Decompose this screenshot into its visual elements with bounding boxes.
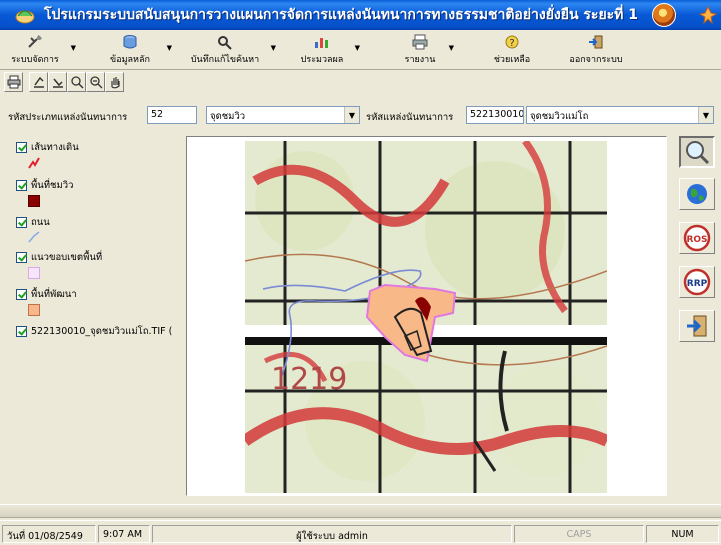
layer-checkbox[interactable]: [16, 180, 27, 191]
menu-help[interactable]: ? ช่วยเหลือ: [484, 30, 540, 70]
layer-item-viewpoint-area[interactable]: พื้นที่ชมวิว: [16, 180, 73, 191]
trail-symbol-icon: [28, 157, 40, 169]
chevron-down-icon: ▼: [354, 44, 360, 52]
zoom-in-icon: [70, 76, 84, 89]
tools-icon: [28, 35, 42, 48]
zoom-extent-icon: [686, 141, 710, 165]
title-bar: โปรแกรมระบบสนับสนุนการวางแผนการจัดการแหล…: [0, 0, 721, 30]
map-toolbar: [4, 72, 124, 94]
menu-logout[interactable]: ออกจากระบบ: [558, 30, 634, 70]
type-code-input[interactable]: 52: [147, 106, 197, 124]
exit-button[interactable]: [679, 310, 715, 342]
menu-process[interactable]: ประมวลผล ▼: [290, 30, 360, 70]
layer-add-icon: [33, 76, 44, 88]
ros-icon: ROS: [683, 224, 711, 252]
org-logo-icon: [652, 3, 677, 27]
type-name-select[interactable]: จุดชมวิว ▼: [206, 106, 360, 124]
hand-icon: [110, 77, 120, 89]
rrp-icon: RRP: [683, 268, 711, 296]
type-code-label: รหัสประเภทแหล่งนันทนาการ: [8, 112, 128, 123]
layer-item-road[interactable]: ถนน: [16, 217, 50, 228]
edit-search-icon: [218, 36, 232, 50]
globe-button[interactable]: [679, 178, 715, 210]
boundary-symbol-icon: [28, 267, 40, 279]
map-grid-label: 1219: [271, 362, 347, 397]
chevron-down-icon: ▼: [70, 44, 76, 52]
layer-remove-icon: [52, 78, 63, 88]
layer-item-boundary[interactable]: แนวขอบเขตพื้นที่: [16, 252, 102, 263]
globe-icon: [687, 184, 707, 204]
layer-checkbox[interactable]: [16, 252, 27, 263]
exit-icon: [589, 35, 603, 49]
bottom-strip: [0, 504, 721, 518]
status-num: NUM: [646, 525, 719, 543]
zoom-out-button[interactable]: [86, 72, 105, 92]
site-name-select[interactable]: จุดชมวิวแม่โถ ▼: [526, 106, 714, 124]
development-symbol-icon: [28, 304, 40, 316]
layer-checkbox[interactable]: [16, 289, 27, 300]
pin-icon[interactable]: [699, 6, 717, 24]
status-bar: วันที่ 01/08/2549 9:07 AM ผู้ใช้ระบบ adm…: [0, 520, 721, 545]
svg-text:RRP: RRP: [687, 279, 708, 289]
layer-list: เส้นทางเดิน พื้นที่ชมวิว ถนน แนวขอบเขตพื…: [16, 137, 181, 497]
status-date: วันที่ 01/08/2549: [2, 525, 96, 543]
database-icon: [123, 35, 137, 49]
chevron-down-icon: ▼: [448, 44, 454, 52]
site-selector: รหัสประเภทแหล่งนันทนาการ 52 จุดชมวิว ▼ ร…: [0, 104, 721, 128]
printer-icon: [7, 75, 20, 89]
svg-text:?: ?: [509, 38, 514, 49]
status-user: ผู้ใช้ระบบ admin: [152, 525, 512, 543]
svg-text:ROS: ROS: [686, 235, 707, 245]
zoom-in-button[interactable]: [67, 72, 86, 92]
map-view[interactable]: 1219: [186, 136, 667, 496]
viewpoint-symbol-icon: [28, 195, 40, 207]
layer-down-button[interactable]: [48, 72, 67, 92]
print-button[interactable]: [4, 72, 23, 92]
chart-icon: [315, 38, 328, 48]
help-icon: ?: [505, 35, 519, 49]
printer-icon: [412, 34, 428, 50]
chevron-down-icon: ▼: [166, 44, 172, 52]
app-icon: [15, 10, 35, 24]
main-menu: ระบบจัดการ ▼ ข้อมูลหลัก ▼ บันทึกแก้ไขค้น…: [0, 30, 721, 70]
menu-system[interactable]: ระบบจัดการ ▼: [0, 30, 76, 70]
site-code-label: รหัสแหล่งนันทนาการ: [366, 112, 454, 123]
layer-checkbox[interactable]: [16, 217, 27, 228]
chevron-down-icon: ▼: [270, 44, 276, 52]
exit-door-icon: [687, 315, 707, 337]
layer-checkbox[interactable]: [16, 326, 27, 337]
road-symbol-icon: [28, 231, 40, 243]
chevron-down-icon[interactable]: ▼: [344, 107, 359, 123]
layer-item-development[interactable]: พื้นที่พัฒนา: [16, 289, 77, 300]
site-code-input[interactable]: 522130010: [466, 106, 524, 124]
window-title: โปรแกรมระบบสนับสนุนการวางแผนการจัดการแหล…: [44, 7, 639, 23]
status-time: 9:07 AM: [98, 525, 150, 543]
layer-item-raster[interactable]: 522130010_จุดชมวิวแม่โถ.TIF (: [16, 326, 172, 337]
layer-item-trail[interactable]: เส้นทางเดิน: [16, 142, 79, 153]
ros-button[interactable]: ROS: [679, 222, 715, 254]
topographic-map[interactable]: 1219: [245, 141, 607, 493]
menu-master-data[interactable]: ข้อมูลหลัก ▼: [94, 30, 172, 70]
zoom-out-icon: [89, 76, 102, 89]
rrp-button[interactable]: RRP: [679, 266, 715, 298]
layer-checkbox[interactable]: [16, 142, 27, 153]
layer-up-button[interactable]: [29, 72, 48, 92]
zoom-extent-button[interactable]: [679, 136, 715, 168]
menu-report[interactable]: รายงาน ▼: [392, 30, 454, 70]
menu-edit-search[interactable]: บันทึกแก้ไขค้นหา ▼: [180, 30, 276, 70]
chevron-down-icon[interactable]: ▼: [698, 107, 713, 123]
status-caps: CAPS: [514, 525, 644, 543]
pan-button[interactable]: [105, 72, 124, 92]
